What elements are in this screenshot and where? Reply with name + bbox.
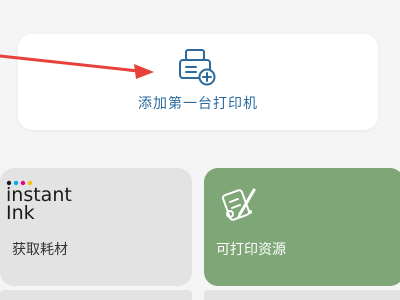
tile-printables[interactable]: 可打印资源 <box>204 168 400 286</box>
next-card-left-edge <box>0 290 192 300</box>
add-printer-card[interactable]: 添加第一台打印机 <box>18 34 378 130</box>
printables-icon <box>222 188 256 221</box>
instant-ink-wordmark: instant Ink <box>6 184 72 224</box>
printables-label: 可打印资源 <box>216 242 286 258</box>
printer-add-icon <box>179 49 216 86</box>
get-supplies-label: 获取耗材 <box>12 242 68 258</box>
tile-instant-ink[interactable]: instant Ink 获取耗材 <box>0 168 192 286</box>
next-card-right-edge <box>204 290 400 300</box>
add-printer-label: 添加第一台打印机 <box>138 96 258 112</box>
instant-ink-logo: instant Ink <box>6 180 86 226</box>
